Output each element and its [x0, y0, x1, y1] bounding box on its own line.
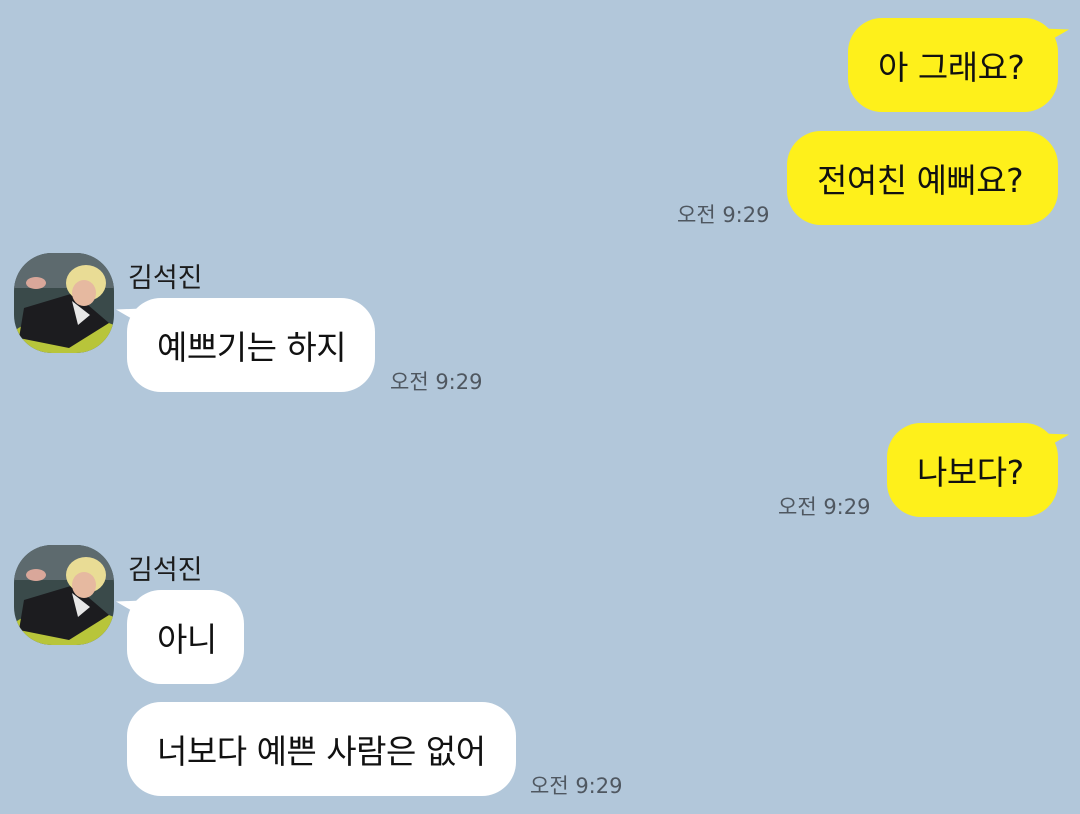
- sender-name: 김석진: [128, 555, 203, 586]
- received-message-bubble[interactable]: 예쁘기는 하지: [127, 298, 375, 392]
- message-text: 전여친 예뻐요?: [817, 161, 1024, 200]
- message-text: 나보다?: [917, 453, 1024, 492]
- message-text: 예쁘기는 하지: [157, 328, 347, 367]
- message-text: 아 그래요?: [878, 48, 1025, 87]
- message-timestamp: 오전 9:29: [530, 774, 623, 798]
- sent-message-bubble[interactable]: 나보다?: [887, 423, 1058, 517]
- sent-message-bubble[interactable]: 전여친 예뻐요?: [787, 131, 1058, 225]
- received-message-bubble[interactable]: 아니: [127, 590, 244, 684]
- message-timestamp: 오전 9:29: [677, 203, 770, 227]
- received-message-bubble[interactable]: 너보다 예쁜 사람은 없어: [127, 702, 516, 796]
- message-timestamp: 오전 9:29: [390, 370, 483, 394]
- message-timestamp: 오전 9:29: [778, 495, 871, 519]
- profile-photo-icon: [14, 253, 114, 353]
- message-text: 아니: [157, 620, 217, 659]
- avatar[interactable]: [14, 253, 114, 353]
- profile-photo-icon: [14, 545, 114, 645]
- message-text: 너보다 예쁜 사람은 없어: [157, 732, 486, 771]
- sender-name: 김석진: [128, 263, 203, 294]
- sent-message-bubble[interactable]: 아 그래요?: [848, 18, 1058, 112]
- avatar[interactable]: [14, 545, 114, 645]
